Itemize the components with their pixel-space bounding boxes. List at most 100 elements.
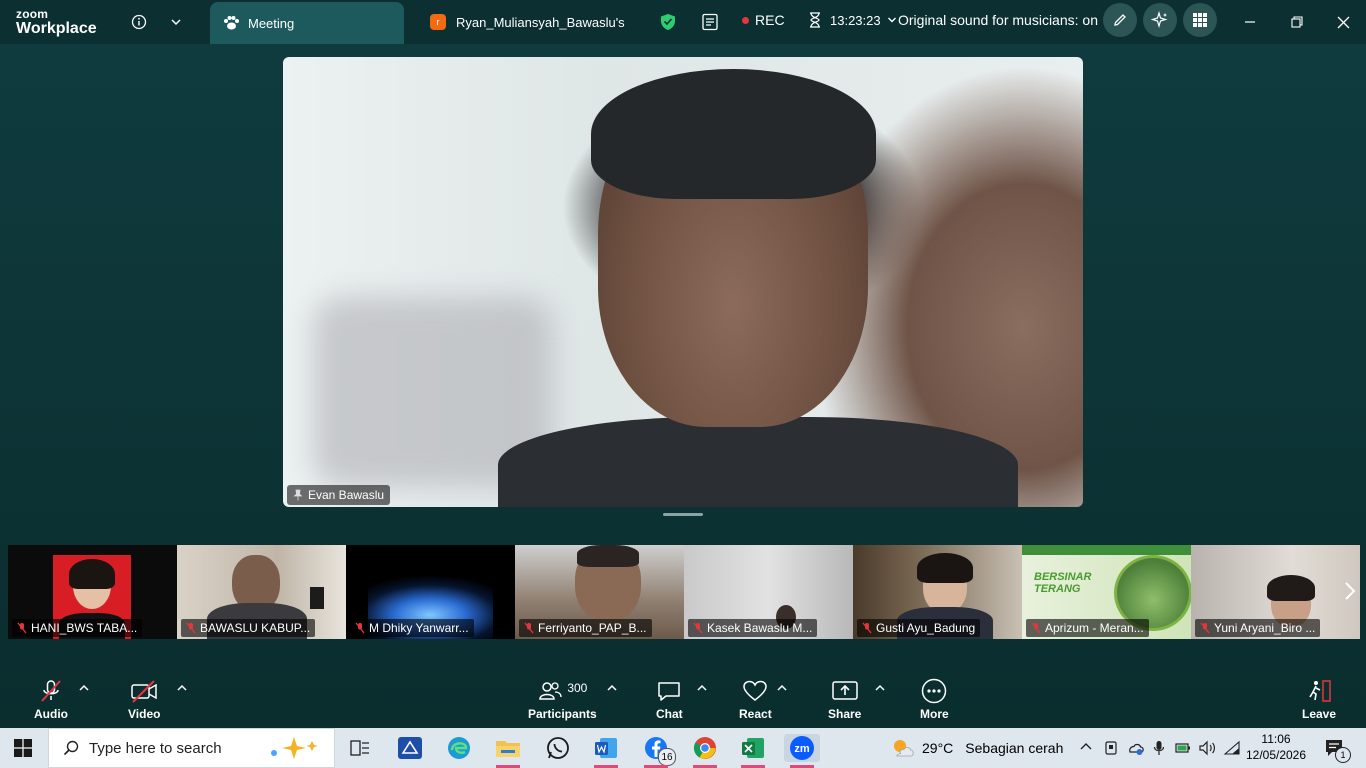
taskbar-app-snipping[interactable]	[392, 734, 428, 762]
show-hidden-icons-button[interactable]	[1079, 740, 1093, 759]
speaker-name: Evan Bawaslu	[308, 488, 385, 502]
task-view-button[interactable]	[342, 734, 378, 762]
taskbar-app-whatsapp[interactable]	[540, 734, 576, 762]
react-label: React	[739, 707, 772, 721]
active-speaker-video[interactable]: Evan Bawaslu	[283, 57, 1083, 507]
speaker-body	[498, 417, 1018, 507]
view-layout-button[interactable]	[1183, 3, 1217, 37]
recording-indicator[interactable]: REC	[742, 12, 785, 28]
thumbnail-tile[interactable]: Ferriyanto_PAP_B...	[515, 545, 684, 639]
participants-options-caret[interactable]	[607, 684, 617, 695]
tray-network[interactable]	[1223, 740, 1241, 761]
chat-bubble-icon	[658, 682, 681, 701]
thumbnail-tile[interactable]: Kasek Bawaslu M...	[684, 545, 853, 639]
taskbar-app-chrome[interactable]	[687, 734, 723, 768]
muted-mic-icon	[355, 622, 365, 634]
title-bar: zoom Workplace Meeting r Ryan_Muliansyah…	[0, 0, 1366, 44]
tab-ryan-avatar-badge: r	[430, 14, 446, 30]
resize-drag-handle[interactable]	[663, 513, 703, 516]
chrome-icon	[693, 737, 716, 759]
facebook-notification-badge: 16	[658, 748, 676, 766]
tab-ryan-share[interactable]: r Ryan_Muliansyah_Bawaslu's	[418, 2, 628, 42]
chat-options-caret[interactable]	[697, 684, 707, 695]
clock-time: 11:06	[1261, 732, 1291, 746]
weather-widget[interactable]: 29°C Sebagian cerah	[890, 736, 1063, 760]
muted-mic-icon	[1200, 622, 1210, 634]
zoom-app-icon: zm	[790, 736, 814, 760]
tray-microphone[interactable]	[1153, 740, 1165, 761]
logo-brand-bottom: Workplace	[16, 20, 97, 37]
minimize-button[interactable]	[1238, 10, 1262, 34]
svg-text:zm: zm	[794, 743, 810, 755]
taskbar-app-excel[interactable]	[735, 734, 771, 768]
participant-thumbnail-strip: HANI_BWS TABA... BAWASLU KABUP... M Dhik…	[8, 545, 1360, 639]
banner-text: BERSINAR TERANG	[1034, 571, 1092, 595]
participants-icon	[539, 682, 562, 700]
info-icon[interactable]	[128, 11, 150, 33]
thumbnail-tile[interactable]: Yuni Aryani_Biro ...	[1191, 545, 1360, 639]
thumbnail-name: M Dhiky Yanwarr...	[369, 621, 469, 635]
wifi-icon	[1223, 740, 1240, 755]
tab-meeting[interactable]: Meeting	[210, 2, 404, 44]
tray-meet-now[interactable]	[1104, 740, 1118, 761]
video-button[interactable]: Video	[128, 678, 160, 721]
taskbar-app-file-explorer[interactable]	[490, 734, 526, 768]
thumbnail-tile[interactable]: Gusti Ayu_Badung	[853, 545, 1022, 639]
excel-icon	[742, 738, 764, 758]
close-icon	[1337, 16, 1349, 28]
thumbnail-name: Yuni Aryani_Biro ...	[1214, 621, 1316, 635]
whatsapp-icon	[547, 737, 569, 759]
speaker-hair	[591, 69, 876, 199]
security-shield-icon[interactable]	[657, 11, 679, 33]
windows-start-button[interactable]	[14, 739, 32, 762]
edge-browser-icon	[448, 737, 470, 759]
notification-count-badge: 1	[1335, 747, 1351, 763]
chevron-down-icon[interactable]	[165, 11, 187, 33]
video-options-caret[interactable]	[177, 684, 187, 695]
ai-companion-button[interactable]	[1143, 3, 1177, 37]
muted-mic-icon	[862, 622, 872, 634]
share-options-caret[interactable]	[875, 684, 885, 695]
audio-options-caret[interactable]	[79, 684, 89, 695]
leave-button[interactable]: Leave	[1302, 678, 1336, 721]
share-button[interactable]: Share	[828, 678, 861, 721]
thumbnail-name: Gusti Ayu_Badung	[876, 621, 976, 635]
audio-button[interactable]: Audio	[34, 678, 68, 721]
tray-volume[interactable]	[1199, 740, 1217, 761]
chat-button[interactable]: Chat	[656, 678, 683, 721]
video-label: Video	[128, 707, 161, 721]
meeting-timer[interactable]: 13:23:23	[808, 12, 897, 28]
taskbar-app-word[interactable]	[588, 734, 624, 768]
taskbar-app-zoom[interactable]: zm	[784, 734, 820, 768]
word-icon	[595, 738, 617, 758]
leave-label: Leave	[1302, 707, 1337, 721]
taskbar-app-facebook[interactable]: 16	[638, 734, 676, 768]
react-options-caret[interactable]	[777, 684, 787, 695]
notification-center-button[interactable]: 1	[1324, 738, 1351, 763]
restore-button[interactable]	[1285, 10, 1309, 34]
thumbnail-name-tag: M Dhiky Yanwarr...	[350, 619, 474, 637]
chevron-up-icon	[1080, 743, 1092, 750]
original-sound-status[interactable]: Original sound for musicians: on	[898, 12, 1098, 28]
close-button[interactable]	[1331, 10, 1355, 34]
participants-count: 300	[567, 681, 588, 695]
annotate-pen-button[interactable]	[1103, 3, 1137, 37]
participants-button[interactable]: 300 Participants	[528, 678, 597, 721]
taskbar-app-edge[interactable]	[441, 734, 477, 762]
file-explorer-icon	[496, 741, 520, 757]
next-page-arrow[interactable]	[1344, 581, 1356, 606]
taskbar-search-box[interactable]: Type here to search	[48, 728, 335, 768]
thumbnail-tile[interactable]: BERSINAR TERANG Aprizum - Meran...	[1022, 545, 1191, 639]
tray-onedrive[interactable]	[1127, 740, 1145, 761]
mic-muted-icon	[41, 680, 61, 702]
taskbar-clock[interactable]: 11:06 12/05/2026	[1245, 731, 1307, 763]
meeting-summary-icon[interactable]	[699, 11, 721, 33]
tray-battery[interactable]	[1175, 740, 1191, 761]
thumbnail-tile[interactable]: BAWASLU KABUP...	[177, 545, 346, 639]
thumbnail-name-tag: Ferriyanto_PAP_B...	[519, 619, 652, 637]
thumbnail-tile[interactable]: M Dhiky Yanwarr...	[346, 545, 515, 639]
thumbnail-tile[interactable]: HANI_BWS TABA...	[8, 545, 177, 639]
meeting-paw-icon	[224, 16, 239, 30]
react-button[interactable]: React	[739, 678, 772, 721]
more-button[interactable]: More	[920, 678, 949, 721]
